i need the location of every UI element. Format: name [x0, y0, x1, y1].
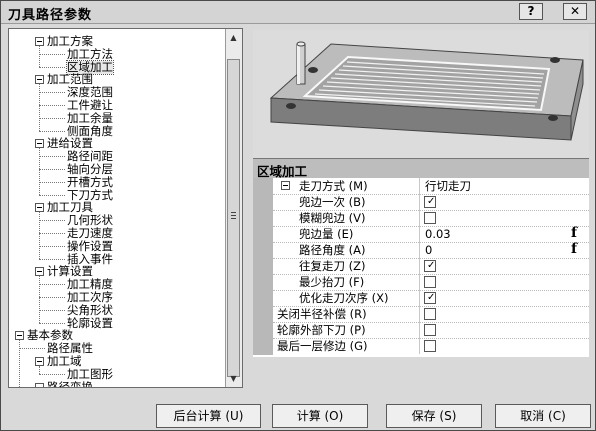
tree-scrollbar[interactable]: ▲ ▼	[225, 29, 242, 387]
tree-collapse-icon[interactable]	[15, 331, 24, 341]
tree-collapse-icon[interactable]	[35, 203, 44, 213]
property-value-dropdown[interactable]: 行切走刀	[425, 178, 471, 194]
tree-connector	[39, 130, 65, 132]
property-checkbox[interactable]	[424, 308, 436, 320]
thumb-grip-line	[231, 212, 236, 213]
tree-connector	[39, 53, 65, 55]
formula-button[interactable]: f	[571, 241, 577, 257]
property-section-header: 区域加工	[253, 159, 589, 179]
property-label: 路径角度 (A)	[299, 243, 366, 257]
title-bar[interactable]: 刀具路径参数 ? ✕	[1, 1, 595, 24]
property-label: 优化走刀次序 (X)	[299, 291, 389, 305]
tree-connector	[39, 297, 65, 298]
tree-connector	[39, 284, 65, 286]
property-checkbox[interactable]	[424, 212, 436, 224]
tree-collapse-icon[interactable]	[35, 37, 44, 46]
tree-collapse-icon[interactable]	[35, 382, 44, 387]
property-value-field[interactable]: 0	[425, 242, 432, 258]
property-checkbox[interactable]	[424, 324, 436, 336]
save-button[interactable]: 保存 (S)	[386, 404, 482, 428]
tree-connector	[19, 340, 20, 387]
tree-item[interactable]: 加工方法	[67, 47, 113, 61]
background-calculate-button[interactable]: 后台计算 (U)	[156, 404, 261, 428]
tree-connector	[39, 366, 40, 374]
thumb-grip-line	[231, 215, 236, 216]
tree-item[interactable]: 尖角形状	[67, 303, 113, 317]
property-label: 兜边一次 (B)	[299, 195, 366, 209]
tree-connector	[39, 181, 65, 183]
property-checkbox[interactable]: ✓	[424, 196, 436, 208]
cancel-button[interactable]: 取消 (C)	[495, 404, 591, 428]
check-icon: ✓	[427, 292, 436, 303]
tree-connector	[39, 46, 40, 67]
property-checkbox[interactable]: ✓	[424, 260, 436, 272]
scroll-up-icon[interactable]: ▲	[227, 31, 240, 44]
property-value-field[interactable]: 0.03	[425, 226, 451, 242]
tree-item[interactable]: 操作设置	[67, 239, 113, 253]
tree-connector	[39, 92, 65, 94]
property-checkbox[interactable]: ✓	[424, 292, 436, 304]
tree-item[interactable]: 路径变换	[47, 380, 93, 387]
tree-item[interactable]: 轮廓设置	[67, 316, 113, 330]
property-label: 最后一层修边 (G)	[277, 339, 368, 353]
property-label: 关闭半径补偿 (R)	[277, 307, 367, 321]
tree-collapse-icon[interactable]	[35, 357, 44, 366]
tree-connector	[39, 66, 65, 68]
tree-item[interactable]: 加工图形	[67, 367, 113, 381]
help-button[interactable]: ?	[519, 3, 543, 20]
tree-collapse-icon[interactable]	[35, 75, 44, 85]
tree-connector	[39, 258, 65, 260]
tree-connector	[39, 117, 65, 119]
tree-connector	[39, 212, 40, 259]
tree-connector	[39, 233, 65, 234]
property-label: 往复走刀 (Z)	[299, 259, 366, 273]
property-grid: 区域加工 走刀方式 (M) 行切走刀兜边一次 (B) ✓ 模糊兜边 (V) 兜边量 (E…	[253, 158, 589, 357]
thumb-grip-line	[231, 218, 236, 219]
calculate-button[interactable]: 计算 (O)	[272, 404, 368, 428]
tree-connector	[39, 194, 65, 196]
workpiece-illustration	[253, 30, 589, 158]
window-title: 刀具路径参数	[8, 8, 93, 23]
formula-button[interactable]: f	[571, 225, 577, 241]
group-collapse-icon[interactable]	[281, 181, 290, 190]
property-label: 轮廓外部下刀 (P)	[277, 323, 366, 337]
tree-connector	[39, 84, 40, 131]
scroll-thumb[interactable]	[227, 59, 240, 377]
toolpath-preview-image	[253, 30, 589, 158]
tree-connector	[39, 105, 65, 106]
tool-path-parameters-dialog: 刀具路径参数 ? ✕ 加工方案 加工方法 区域加工 加工范围 深度范围 工件避让 加工余量侧…	[0, 0, 596, 431]
close-button[interactable]: ✕	[563, 3, 587, 20]
tree-content: 加工方案 加工方法 区域加工 加工范围 深度范围 工件避让 加工余量 侧面角度 进给设置 路径间距…	[9, 29, 227, 387]
tree-connector	[39, 309, 65, 311]
value-column-divider	[419, 178, 420, 354]
tree-connector	[39, 322, 65, 324]
property-label: 模糊兜边 (V)	[299, 211, 366, 225]
tree-collapse-icon[interactable]	[35, 267, 44, 277]
tree-connector	[39, 276, 40, 323]
tree-connector	[19, 348, 45, 350]
tree-connector	[39, 156, 65, 158]
check-icon: ✓	[427, 260, 436, 271]
property-label: 走刀方式 (M)	[299, 179, 368, 193]
row-gutter	[253, 178, 273, 355]
parameter-tree: 加工方案 加工方法 区域加工 加工范围 深度范围 工件避让 加工余量 侧面角度 进给设置 路径间距…	[8, 28, 243, 388]
tree-collapse-icon[interactable]	[35, 139, 44, 149]
tree-item[interactable]: 开槽方式	[67, 175, 113, 189]
property-label: 兜边量 (E)	[299, 227, 354, 241]
scroll-down-icon[interactable]: ▼	[227, 372, 240, 385]
tree-connector	[39, 148, 40, 195]
property-label: 最少抬刀 (F)	[299, 275, 365, 289]
check-icon: ✓	[427, 196, 436, 207]
property-checkbox[interactable]	[424, 276, 436, 288]
tree-connector	[39, 220, 65, 222]
property-checkbox[interactable]	[424, 340, 436, 352]
tree-connector	[39, 245, 65, 247]
tree-connector	[39, 373, 65, 375]
tree-item[interactable]: 加工余量	[67, 111, 113, 125]
tree-connector	[39, 169, 65, 170]
